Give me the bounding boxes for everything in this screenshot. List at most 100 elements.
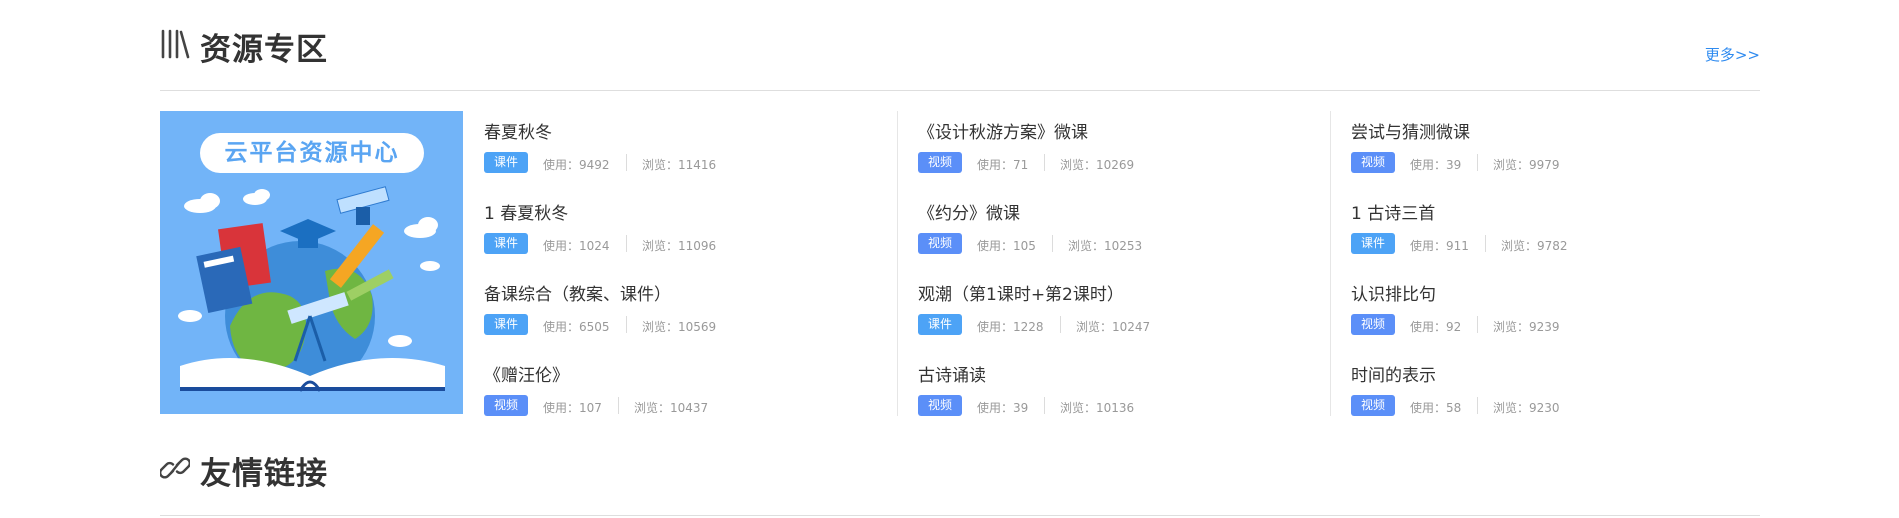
use-label: 使用： xyxy=(977,158,1014,172)
resource-title-link[interactable]: 《赠汪伦》 xyxy=(484,361,569,386)
view-value: 9979 xyxy=(1529,158,1560,172)
use-label: 使用： xyxy=(543,320,580,334)
view-label: 浏览： xyxy=(1060,158,1097,172)
use-count: 使用：1024 xyxy=(543,237,610,254)
use-value: 1228 xyxy=(1013,320,1044,334)
resource-title-link[interactable]: 1 春夏秋冬 xyxy=(484,199,568,224)
view-value: 10269 xyxy=(1096,158,1135,172)
resource-type-badge: 课件 xyxy=(1351,233,1395,254)
use-value: 71 xyxy=(1013,158,1029,172)
use-value: 6505 xyxy=(579,320,610,334)
stat-divider xyxy=(1060,316,1061,333)
resource-type-badge: 视频 xyxy=(918,233,962,254)
view-value: 10569 xyxy=(678,320,717,334)
view-value: 10247 xyxy=(1112,320,1151,334)
use-value: 39 xyxy=(1013,401,1029,415)
stat-divider xyxy=(626,235,627,252)
view-value: 10437 xyxy=(670,401,709,415)
view-count: 浏览：10247 xyxy=(1076,318,1150,335)
resource-item[interactable]: 认识排比句 视频 使用：92 浏览：9239 xyxy=(1351,277,1751,347)
resource-item[interactable]: 尝试与猜测微课视频 使用：39 浏览：9979 xyxy=(1351,115,1751,185)
resource-item[interactable]: 《赠汪伦》 视频 使用：107 浏览：10437 xyxy=(484,358,884,428)
view-count: 浏览：9239 xyxy=(1493,318,1560,335)
resource-title-link[interactable]: 古诗诵读 xyxy=(918,361,986,386)
more-link[interactable]: 更多>> xyxy=(1705,44,1760,65)
resource-title-link[interactable]: 观潮（第1课时+第2课时） xyxy=(918,280,1124,305)
resource-item[interactable]: 备课综合（教案、课件） 课件 使用：6505 浏览：10569 xyxy=(484,277,884,347)
view-label: 浏览： xyxy=(1493,401,1530,415)
resource-section-title: 资源专区 xyxy=(200,32,328,68)
resource-item[interactable]: 时间的表示 视频 使用：58 浏览：9230 xyxy=(1351,358,1751,428)
view-value: 9239 xyxy=(1529,320,1560,334)
stat-divider xyxy=(1477,316,1478,333)
use-value: 1024 xyxy=(579,239,610,253)
resource-type-badge: 视频 xyxy=(1351,152,1395,173)
use-count: 使用：71 xyxy=(977,156,1028,173)
view-value: 9782 xyxy=(1537,239,1568,253)
resource-item[interactable]: 春夏秋冬 课件 使用：9492 浏览：11416 xyxy=(484,115,884,185)
resource-title-link[interactable]: 尝试与猜测微课 xyxy=(1351,118,1470,143)
use-label: 使用： xyxy=(977,239,1014,253)
resource-title-link[interactable]: 时间的表示 xyxy=(1351,361,1436,386)
resource-title-link[interactable]: 认识排比句 xyxy=(1351,280,1436,305)
use-label: 使用： xyxy=(1410,239,1447,253)
use-count: 使用：911 xyxy=(1410,237,1469,254)
view-label: 浏览： xyxy=(1493,320,1530,334)
view-count: 浏览：11416 xyxy=(642,156,716,173)
resource-item[interactable]: 1 古诗三首 课件 使用：911 浏览：9782 xyxy=(1351,196,1751,266)
stat-divider xyxy=(618,397,619,414)
cover-title: 云平台资源中心 xyxy=(224,140,400,166)
view-count: 浏览：10136 xyxy=(1060,399,1134,416)
stat-divider xyxy=(1477,154,1478,171)
links-section-header: 友情链接 xyxy=(158,452,1760,492)
resource-type-badge: 视频 xyxy=(1351,395,1395,416)
resource-type-badge: 视频 xyxy=(1351,314,1395,335)
use-value: 39 xyxy=(1446,158,1462,172)
use-label: 使用： xyxy=(977,401,1014,415)
resource-title-link[interactable]: 备课综合（教案、课件） xyxy=(484,280,671,305)
resource-section-header: 资源专区 更多>> xyxy=(160,28,1760,68)
use-label: 使用： xyxy=(1410,401,1447,415)
view-count: 浏览：9979 xyxy=(1493,156,1560,173)
use-value: 58 xyxy=(1446,401,1462,415)
use-label: 使用： xyxy=(1410,158,1447,172)
use-count: 使用：58 xyxy=(1410,399,1461,416)
stat-divider xyxy=(1477,397,1478,414)
view-label: 浏览： xyxy=(642,239,679,253)
section-divider xyxy=(160,90,1760,91)
resource-title-link[interactable]: 春夏秋冬 xyxy=(484,118,552,143)
view-value: 10136 xyxy=(1096,401,1135,415)
use-count: 使用：39 xyxy=(977,399,1028,416)
view-label: 浏览： xyxy=(1068,239,1105,253)
resource-item[interactable]: 观潮（第1课时+第2课时） 课件 使用：1228 浏览：10247 xyxy=(918,277,1318,347)
use-label: 使用： xyxy=(543,158,580,172)
resource-title-link[interactable]: 《约分》微课 xyxy=(918,199,1020,224)
resource-type-badge: 视频 xyxy=(918,152,962,173)
view-count: 浏览：10253 xyxy=(1068,237,1142,254)
resource-type-badge: 课件 xyxy=(484,233,528,254)
link-icon xyxy=(158,452,192,488)
resource-type-badge: 视频 xyxy=(918,395,962,416)
stat-divider xyxy=(1044,397,1045,414)
use-count: 使用：107 xyxy=(543,399,602,416)
resource-item[interactable]: 古诗诵读 视频 使用：39 浏览：10136 xyxy=(918,358,1318,428)
books-icon xyxy=(160,28,190,64)
resource-center-cover-image[interactable]: 云平台资源中心 xyxy=(160,111,463,414)
resource-item[interactable]: 《设计秋游方案》微课 视频 使用：71 浏览：10269 xyxy=(918,115,1318,185)
resource-item[interactable]: 《约分》微课 视频 使用：105 浏览：10253 xyxy=(918,196,1318,266)
use-count: 使用：1228 xyxy=(977,318,1044,335)
stat-divider xyxy=(626,316,627,333)
stat-divider xyxy=(1052,235,1053,252)
stat-divider xyxy=(1485,235,1486,252)
use-value: 911 xyxy=(1446,239,1469,253)
view-count: 浏览：10269 xyxy=(1060,156,1134,173)
resource-item[interactable]: 1 春夏秋冬 课件 使用：1024 浏览：11096 xyxy=(484,196,884,266)
stat-divider xyxy=(626,154,627,171)
stat-divider xyxy=(1044,154,1045,171)
view-label: 浏览： xyxy=(642,158,679,172)
resource-title-link[interactable]: 《设计秋游方案》微课 xyxy=(918,118,1088,143)
view-value: 11096 xyxy=(678,239,717,253)
resource-title-link[interactable]: 1 古诗三首 xyxy=(1351,199,1435,224)
use-count: 使用：9492 xyxy=(543,156,610,173)
use-label: 使用： xyxy=(543,239,580,253)
